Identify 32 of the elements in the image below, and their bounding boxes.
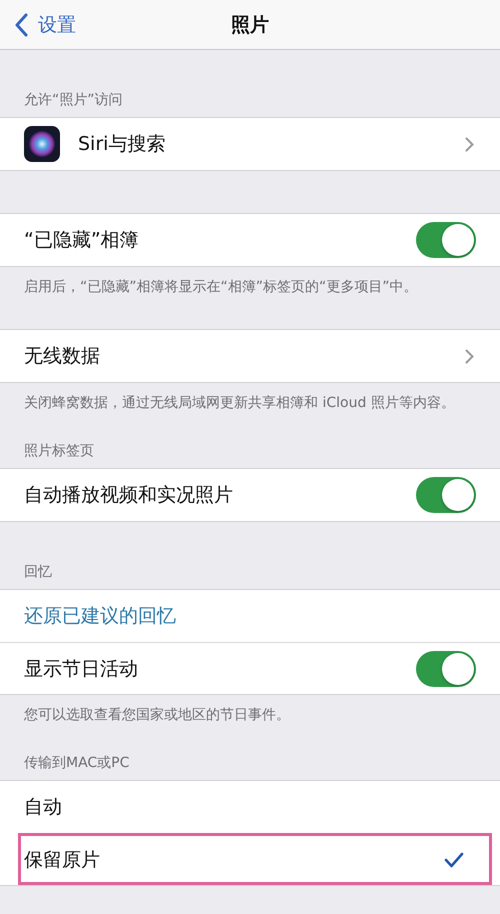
toggle-switch[interactable]	[416, 222, 476, 258]
section-header: 允许“照片”访问	[23, 91, 124, 110]
row-label: 保留原片	[24, 848, 101, 872]
settings-row[interactable]: “已隐藏”相簿	[0, 214, 500, 266]
section-header: 照片标签页	[23, 442, 95, 461]
back-button[interactable]: 设置	[14, 0, 76, 49]
row-label: 显示节日活动	[24, 656, 139, 682]
toggle-switch[interactable]	[416, 650, 476, 686]
section-footer: 关闭蜂窝数据，通过无线局域网更新共享相簿和 iCloud 照片等内容。	[0, 383, 500, 427]
page-title: 照片	[231, 12, 269, 38]
settings-row[interactable]: 自动	[0, 781, 500, 833]
chevron-icon	[465, 136, 474, 152]
settings-row[interactable]: 还原已建议的回忆	[0, 590, 500, 642]
toggle-switch[interactable]	[416, 477, 476, 513]
section-footer: 启用后，“已隐藏”相簿将显示在“相簿”标签页的“更多项目”中。	[0, 267, 500, 311]
row-label: Siri与搜索	[78, 132, 166, 157]
row-label: 还原已建议的回忆	[24, 604, 177, 629]
settings-row[interactable]: Siri与搜索	[0, 118, 500, 170]
section-header: 传输到MAC或PC	[23, 754, 130, 773]
row-label: 自动播放视频和实况照片	[24, 483, 234, 508]
siri-icon	[24, 126, 60, 162]
chevron-icon	[465, 348, 474, 364]
row-label: 自动	[24, 795, 63, 820]
settings-row[interactable]: 自动播放视频和实况照片	[0, 469, 500, 521]
back-chevron-icon	[14, 12, 28, 36]
section-footer: 您可以选取查看您国家或地区的节日事件。	[0, 695, 500, 739]
settings-row[interactable]: 显示节日活动	[0, 642, 500, 694]
settings-row[interactable]: 保留原片	[18, 833, 492, 885]
row-label: “已隐藏”相簿	[24, 228, 140, 253]
settings-row[interactable]: 无线数据	[0, 330, 500, 382]
row-label: 无线数据	[24, 344, 101, 369]
section-header: 回忆	[23, 563, 53, 582]
